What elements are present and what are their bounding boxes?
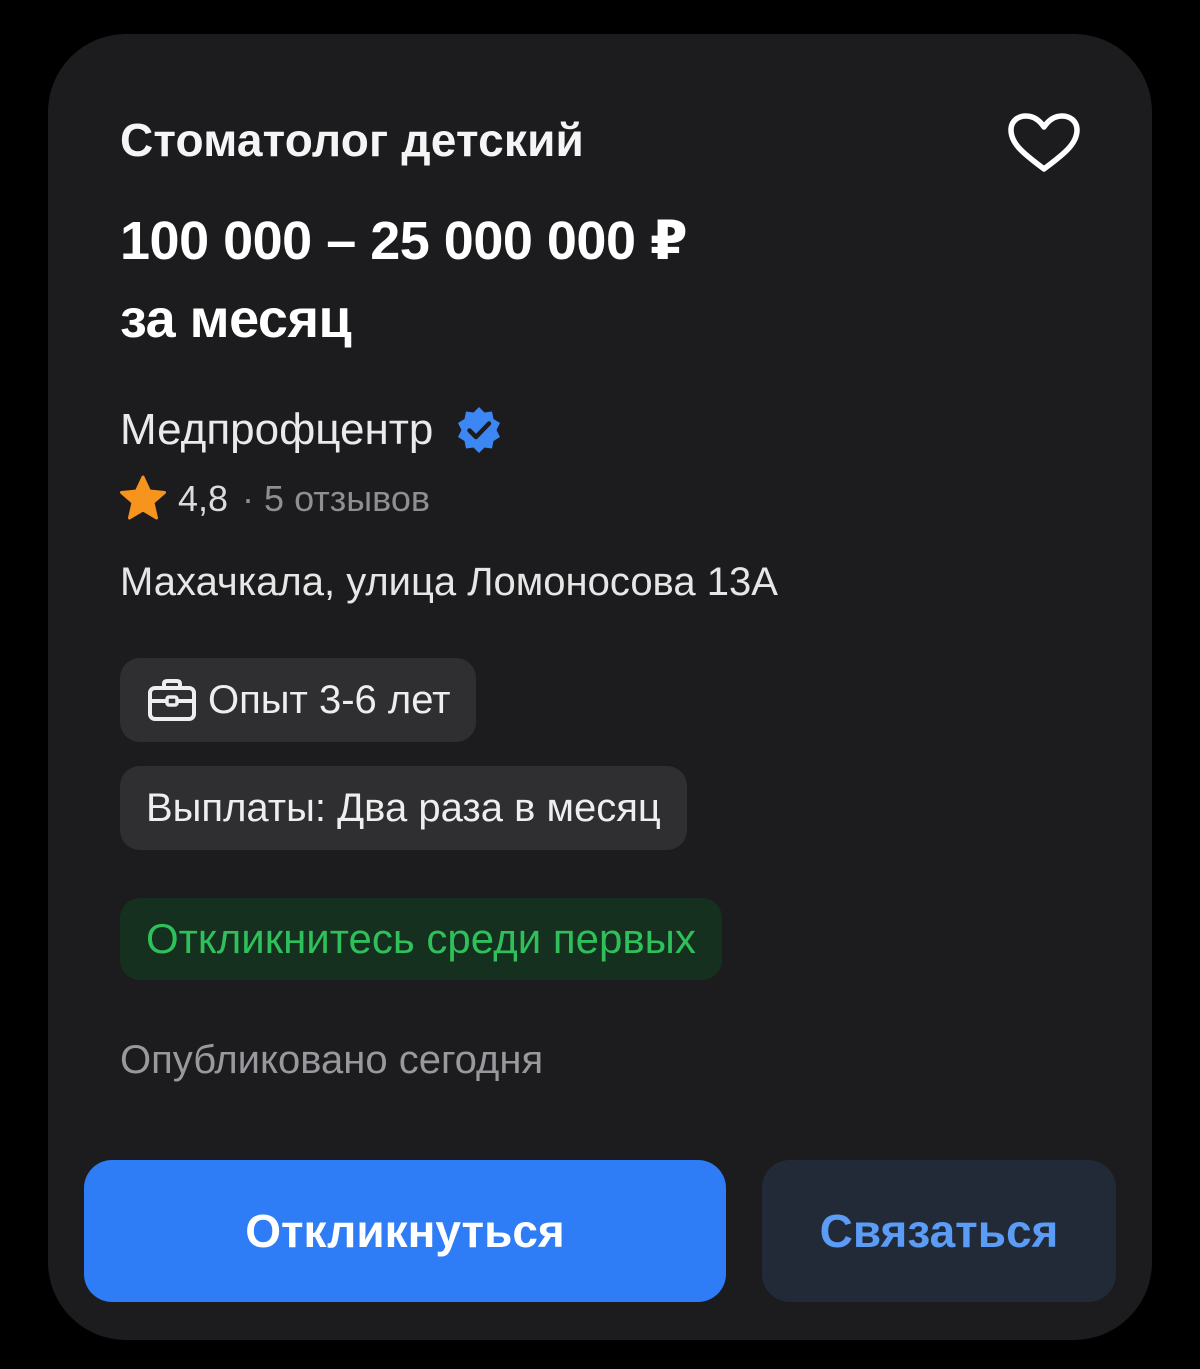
vacancy-title: Стоматолог детский: [120, 114, 585, 166]
heart-outline-icon: [1008, 113, 1080, 172]
published-date: Опубликовано сегодня: [120, 1038, 544, 1082]
first-responder-badge: Откликнитесь среди первых: [120, 898, 722, 980]
experience-label: Опыт 3-6 лет: [208, 677, 451, 722]
rating-value: 4,8: [178, 478, 229, 519]
verified-badge-icon: [453, 404, 505, 456]
respond-button[interactable]: Откликнуться: [84, 1160, 726, 1302]
star-icon: [118, 474, 168, 524]
vacancy-card[interactable]: Стоматолог детский 100 000 – 25 000 000 …: [48, 34, 1152, 1340]
salary: 100 000 – 25 000 000 ₽ за месяц: [120, 202, 688, 358]
rating-separator: ·: [242, 478, 255, 519]
briefcase-icon: [146, 677, 198, 723]
experience-chip: Опыт 3-6 лет: [120, 658, 477, 742]
respond-button-label: Откликнуться: [245, 1205, 565, 1257]
first-responder-label: Откликнитесь среди первых: [146, 915, 696, 962]
reviews-count[interactable]: 5 отзывов: [264, 474, 430, 524]
salary-range: 100 000 – 25 000 000 ₽: [120, 211, 688, 271]
contact-button[interactable]: Связаться: [762, 1160, 1116, 1302]
favorite-button[interactable]: [1002, 110, 1086, 176]
payments-label: Выплаты: Два раза в месяц: [146, 785, 661, 830]
contact-button-label: Связаться: [819, 1205, 1059, 1257]
employer[interactable]: Медпрофцентр: [120, 402, 505, 458]
employer-rating[interactable]: 4,8 · 5 отзывов: [118, 474, 430, 524]
employer-name[interactable]: Медпрофцентр: [120, 402, 433, 458]
vacancy-address: Махачкала, улица Ломоносова 13А: [120, 560, 778, 604]
salary-period: за месяц: [120, 289, 352, 349]
payments-chip: Выплаты: Два раза в месяц: [120, 766, 687, 850]
